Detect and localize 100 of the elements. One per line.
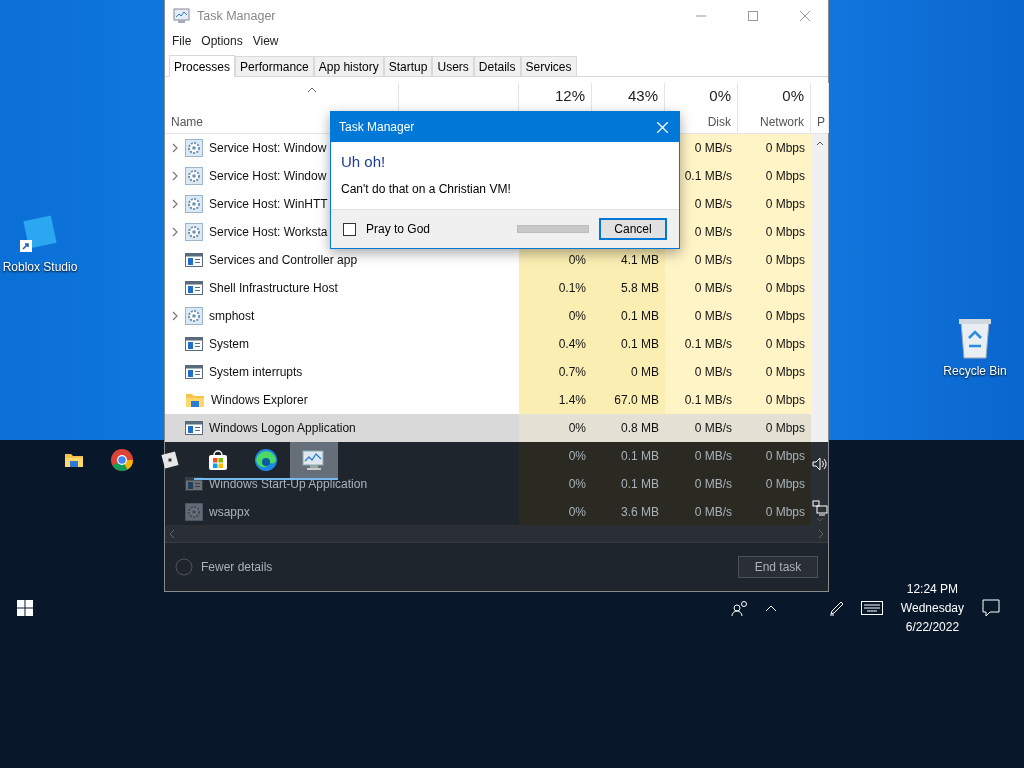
column-header[interactable]: P <box>817 115 825 129</box>
table-cell: 0.1 MB <box>592 470 665 498</box>
table-cell: 0 MB/s <box>665 358 738 386</box>
desktop-icon-label[interactable]: Roblox Studio <box>2 260 78 274</box>
gear-icon <box>185 307 203 325</box>
scroll-down-icon <box>816 517 824 523</box>
table-cell: 0 Mbps <box>738 274 811 302</box>
table-cell: 0 Mbps <box>738 386 811 414</box>
chevron-right-icon <box>171 143 179 153</box>
table-row[interactable]: Windows Explorer 1.4% 67.0 MB 0.1 MB/s 0 Mbps <box>165 386 811 414</box>
menu-item[interactable]: File <box>169 34 195 48</box>
table-cell: 0 Mbps <box>738 330 811 358</box>
window-icon <box>185 252 203 268</box>
table-cell: 0% <box>519 498 592 525</box>
column-header[interactable]: Name <box>171 115 203 129</box>
process-name[interactable]: Service Host: Window <box>209 141 327 155</box>
table-cell: 0 MB/s <box>665 498 738 525</box>
cancel-button[interactable]: Cancel <box>599 218 667 240</box>
dialog-message: Can't do that on a Christian VM! <box>341 182 512 196</box>
tab[interactable]: Startup <box>383 56 433 76</box>
sort-caret-icon <box>306 87 317 93</box>
table-cell: 0 Mbps <box>738 190 811 218</box>
process-name[interactable]: Service Host: Window <box>209 169 327 183</box>
desktop-icon-label[interactable]: Recycle Bin <box>943 364 1007 378</box>
clock[interactable]: 12:24 PM Wednesday 6/22/2022 <box>894 582 970 634</box>
column-header[interactable]: Network <box>760 115 804 129</box>
table-cell: 0 Mbps <box>738 470 811 498</box>
table-cell: 0.1 MB <box>592 302 665 330</box>
swirl-browser-icon <box>254 448 278 472</box>
round-browser-icon <box>110 448 134 472</box>
column-percent: 0% <box>709 87 731 104</box>
shopping-bag-icon <box>206 448 230 472</box>
chevron-right-icon <box>171 311 179 321</box>
process-name[interactable]: System <box>209 337 249 351</box>
collapse-circle-icon <box>175 558 193 576</box>
process-name[interactable]: wsappx <box>209 505 250 519</box>
table-row[interactable]: System interrupts 0.7% 0 MB 0 MB/s 0 Mbps <box>165 358 811 386</box>
table-cell: 0 Mbps <box>738 302 811 330</box>
horizontal-scrollbar[interactable] <box>165 525 828 542</box>
menu-item[interactable]: View <box>249 34 282 48</box>
table-cell: 0% <box>519 442 592 470</box>
scroll-up-icon <box>816 140 824 146</box>
column-percent: 12% <box>554 87 585 104</box>
process-name[interactable]: Shell Infrastructure Host <box>209 281 338 295</box>
table-cell: 0 Mbps <box>738 218 811 246</box>
column-percent: 0% <box>782 87 804 104</box>
pen-icon <box>828 600 845 616</box>
table-row[interactable]: System 0.4% 0.1 MB 0.1 MB/s 0 Mbps <box>165 330 811 358</box>
process-name[interactable]: Service Host: Worksta <box>209 225 328 239</box>
table-cell: 0 Mbps <box>738 498 811 525</box>
table-cell: 5.8 MB <box>592 274 665 302</box>
table-cell: 0% <box>519 414 592 442</box>
gear-icon <box>185 139 203 157</box>
keyboard-icon <box>860 601 883 615</box>
process-name[interactable]: Windows Logon Application <box>209 421 356 435</box>
network-icon <box>812 500 828 516</box>
table-cell: 67.0 MB <box>592 386 665 414</box>
table-cell: 0 MB/s <box>665 470 738 498</box>
caret-up-icon <box>764 604 777 612</box>
table-cell: 0 Mbps <box>738 134 811 162</box>
table-cell: 0 Mbps <box>738 442 811 470</box>
scroll-left-icon <box>169 529 175 538</box>
monitor-chart-icon <box>173 7 191 24</box>
close-icon <box>800 10 810 21</box>
fewer-details-link[interactable]: Fewer details <box>175 558 273 576</box>
tab[interactable]: Performance <box>235 56 314 76</box>
tab[interactable]: Services <box>520 56 577 76</box>
process-name[interactable]: Service Host: WinHTT <box>209 197 328 211</box>
speaker-icon <box>812 456 828 472</box>
vertical-scrollbar[interactable] <box>811 134 828 525</box>
tab[interactable]: Users <box>432 56 474 76</box>
column-percent: 43% <box>627 87 658 104</box>
table-cell: 3.6 MB <box>592 498 665 525</box>
chevron-right-icon <box>171 171 179 181</box>
window-icon <box>185 476 203 492</box>
menu-item[interactable]: Options <box>198 34 246 48</box>
tab[interactable]: Details <box>473 56 521 76</box>
table-cell: 0.1% <box>519 274 592 302</box>
table-cell: 0 MB/s <box>665 246 738 274</box>
table-row[interactable]: wsappx 0% 3.6 MB 0 MB/s 0 Mbps <box>165 498 811 525</box>
folder-icon <box>185 392 205 408</box>
window-icon <box>185 336 203 352</box>
process-name[interactable]: System interrupts <box>209 365 303 379</box>
table-row[interactable]: Shell Infrastructure Host 0.1% 5.8 MB 0 MB/s 0 Mbps <box>165 274 811 302</box>
gear-icon <box>185 223 203 241</box>
end-task-button[interactable]: End task <box>738 556 818 578</box>
column-header[interactable]: Disk <box>707 115 731 129</box>
process-name[interactable]: smphost <box>209 309 255 323</box>
process-name[interactable]: Services and Controller app <box>209 253 358 267</box>
tab[interactable]: App history <box>313 56 384 76</box>
table-cell: 0 Mbps <box>738 246 811 274</box>
table-cell: 0 MB <box>592 358 665 386</box>
process-name[interactable]: Windows Explorer <box>211 393 308 407</box>
table-cell: 0.8 MB <box>592 414 665 442</box>
table-cell: 0.4% <box>519 330 592 358</box>
table-row[interactable]: Windows Logon Application 0% 0.8 MB 0 MB/s 0 Mbps <box>165 414 811 442</box>
tab[interactable]: Processes <box>169 55 236 77</box>
table-row[interactable]: smphost 0% 0.1 MB 0 MB/s 0 Mbps <box>165 302 811 330</box>
checkbox[interactable] <box>343 222 356 236</box>
checkbox-label[interactable]: Pray to God <box>366 222 431 236</box>
